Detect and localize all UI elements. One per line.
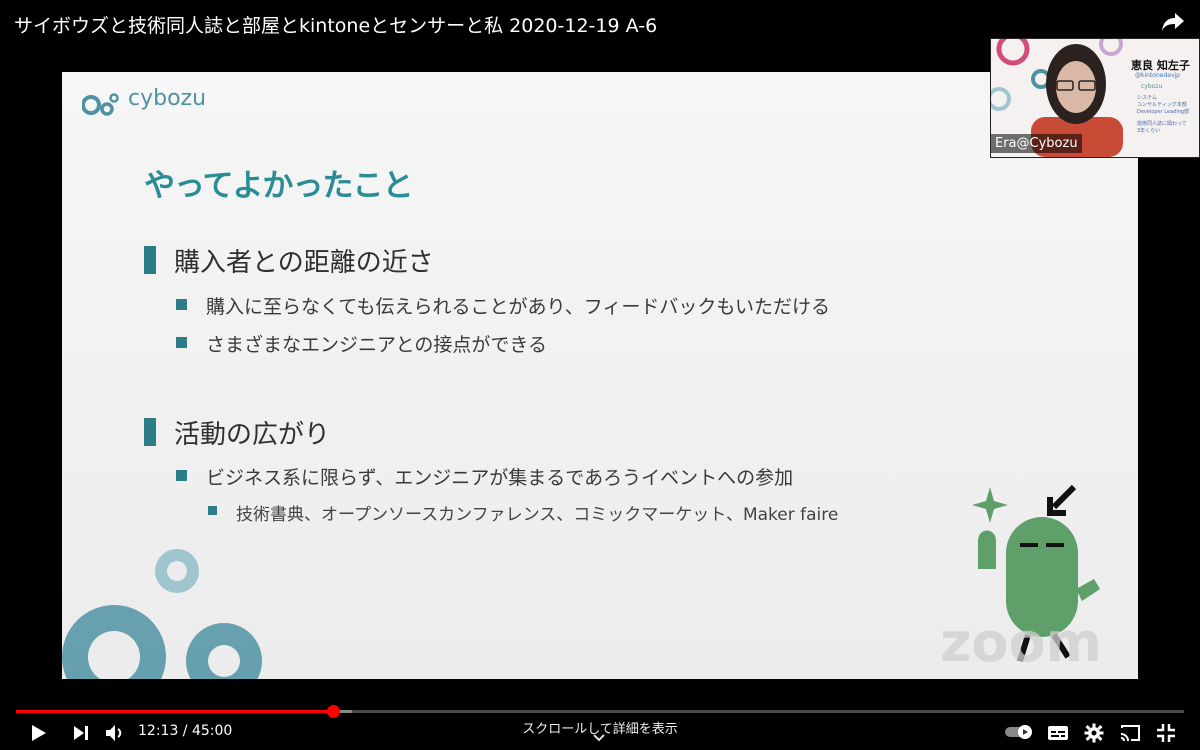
cybozu-logo-icon: [81, 93, 119, 116]
sub-bullet-marker: [208, 506, 217, 515]
section-title-2: 活動の広がり: [174, 420, 331, 450]
section-marker: [144, 246, 156, 274]
speaker-desc-line: コンサルティング本部: [1137, 102, 1187, 108]
speaker-handle: @kintonedevjp: [1135, 72, 1180, 79]
participant-label: Era@Cybozu: [991, 134, 1082, 153]
exit-fullscreen-button[interactable]: [1154, 722, 1178, 744]
time-display: 12:13 / 45:00: [138, 723, 233, 739]
volume-icon: [106, 725, 122, 741]
player-controls: 12:13 / 45:00 スクロールして詳細を表示: [0, 714, 1200, 750]
play-icon: [32, 725, 46, 741]
next-button[interactable]: [70, 722, 92, 744]
speaker-org: cybozu: [1141, 83, 1163, 90]
settings-button[interactable]: [1082, 722, 1106, 744]
progress-bar[interactable]: [16, 705, 1184, 718]
subtitles-icon: [1048, 726, 1068, 740]
speaker-desc-line: Developer Leading部: [1137, 109, 1190, 115]
play-button[interactable]: [28, 722, 50, 744]
speaker-desc-line: 技術同人誌に関わって: [1137, 121, 1187, 127]
presentation-slide: cybozu やってよかったこと 購入者との距離の近さ 購入に至らなくても伝えら…: [62, 72, 1138, 679]
speaker-desc-line: システム: [1137, 95, 1157, 101]
bullet-marker: [176, 299, 187, 310]
speaker-name: 恵良 知左子: [1131, 59, 1190, 72]
next-icon: [74, 726, 88, 740]
webcam-overlay: 恵良 知左子 @kintonedevjp cybozu システム コンサルティン…: [990, 38, 1200, 158]
bullet-marker: [176, 470, 187, 481]
cast-button[interactable]: [1118, 722, 1142, 744]
subtitles-button[interactable]: [1046, 722, 1070, 744]
section-marker: [144, 418, 156, 446]
autoplay-toggle[interactable]: [1003, 722, 1035, 742]
svg-text:zoom: zoom: [940, 615, 1102, 674]
gear-icon: [1084, 723, 1104, 743]
decorative-circles: [62, 549, 262, 679]
cybozu-logo: cybozu: [81, 86, 206, 122]
exit-fullscreen-icon: [1157, 724, 1175, 742]
progress-played: [16, 710, 333, 713]
bullet-text: ビジネス系に限らず、エンジニアが集まるであろうイベントへの参加: [206, 467, 794, 489]
video-title[interactable]: サイボウズと技術同人誌と部屋とkintoneとセンサーと私 2020-12-19…: [14, 11, 657, 38]
bullet-text: さまざまなエンジニアとの接点ができる: [206, 334, 548, 356]
section-title-1: 購入者との距離の近さ: [174, 248, 434, 278]
cast-icon: [1120, 725, 1140, 742]
slide-heading: やってよかったこと: [144, 168, 413, 204]
share-icon[interactable]: [1160, 10, 1186, 34]
autoplay-toggle-icon: [1005, 725, 1032, 739]
speaker-desc-line: 3年くらい: [1137, 128, 1161, 134]
bullet-text: 購入に至らなくても伝えられることがあり、フィードバックもいただける: [206, 296, 830, 318]
zoom-watermark: zoom: [940, 615, 1102, 674]
logo-text: cybozu: [128, 86, 207, 111]
volume-button[interactable]: [104, 722, 126, 744]
chevron-down-icon[interactable]: [593, 734, 605, 742]
sub-bullet-text: 技術書典、オープンソースカンファレンス、コミックマーケット、Maker fair…: [236, 505, 839, 525]
bullet-marker: [176, 337, 187, 348]
